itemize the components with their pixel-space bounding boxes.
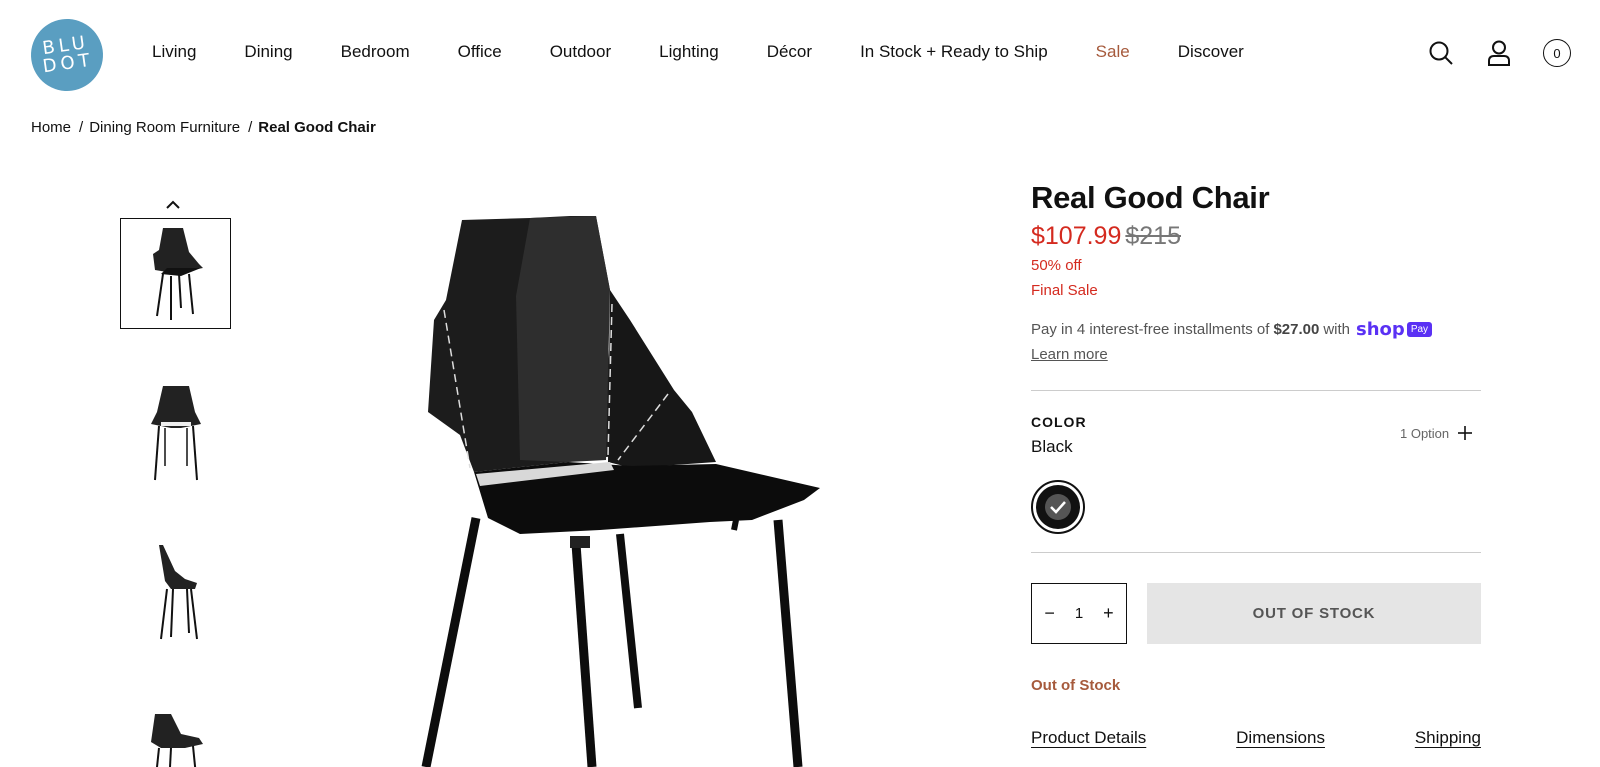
tab-shipping[interactable]: Shipping [1415,728,1481,748]
breadcrumb-home[interactable]: Home [31,119,71,136]
cart-count: 0 [1543,39,1571,67]
price-row: $107.99 $215 [1031,222,1481,251]
original-price: $215 [1125,222,1181,250]
nav-item-outdoor[interactable]: Outdoor [550,42,611,62]
thumbnail-4[interactable] [120,690,231,767]
nav-item-office[interactable]: Office [458,42,502,62]
final-sale-label: Final Sale [1031,282,1098,299]
decrement-button[interactable]: − [1040,603,1060,624]
nav-item-dining[interactable]: Dining [244,42,292,62]
chair-thumbnail-image [152,227,203,320]
thumbnail-1[interactable] [120,218,231,329]
breadcrumb: Home / Dining Room Furniture / Real Good… [31,119,376,136]
search-icon[interactable] [1426,38,1456,68]
color-label: COLOR [1031,414,1087,430]
color-options-count: 1 Option [1400,425,1450,441]
tab-product-details[interactable]: Product Details [1031,728,1146,748]
divider [1031,552,1481,553]
installments-amount: $27.00 [1273,321,1320,338]
main-nav: Living Dining Bedroom Office Outdoor Lig… [152,42,1292,62]
installments-text: Pay in 4 interest-free installments of [1031,321,1270,338]
nav-item-bedroom[interactable]: Bedroom [341,42,410,62]
breadcrumb-current: Real Good Chair [258,119,376,136]
cart-icon[interactable]: 0 [1542,38,1572,68]
chevron-up-icon[interactable] [166,196,180,214]
discount-label: 50% off [1031,257,1082,274]
tab-dimensions[interactable]: Dimensions [1236,728,1325,748]
increment-button[interactable]: + [1098,603,1118,624]
brand-logo[interactable]: BLU DOT [26,14,108,96]
chair-thumbnail-image [150,713,203,767]
nav-item-decor[interactable]: Décor [767,42,812,62]
logo-line-2: DOT [41,49,95,78]
shop-pay-logo: shop [1356,319,1405,340]
color-swatch-black[interactable] [1031,480,1085,534]
color-value: Black [1031,437,1073,456]
product-tabs: Product Details Dimensions Shipping [1031,728,1481,748]
nav-item-sale[interactable]: Sale [1096,42,1130,62]
quantity-value[interactable]: 1 [1075,605,1083,622]
installments-info: Pay in 4 interest-free installments of $… [1031,319,1481,340]
breadcrumb-dining-room[interactable]: Dining Room Furniture [89,119,240,136]
divider [1031,390,1481,391]
chair-thumbnail-image [150,385,201,480]
thumbnail-3[interactable] [120,535,231,646]
chair-thumbnail-image [158,544,198,639]
swatch-fill [1036,485,1080,529]
thumbnail-2[interactable] [120,376,231,487]
nav-item-discover[interactable]: Discover [1178,42,1244,62]
breadcrumb-separator: / [248,119,253,136]
plus-icon [1458,426,1473,440]
nav-item-in-stock[interactable]: In Stock + Ready to Ship [860,42,1048,62]
quantity-stepper: − 1 + [1031,583,1127,644]
shop-pay-badge: Pay [1406,322,1433,337]
product-info: Real Good Chair $107.99 $215 50% off Fin… [1031,180,1481,364]
account-icon[interactable] [1484,38,1514,68]
product-title: Real Good Chair [1031,180,1270,215]
breadcrumb-separator: / [79,119,84,136]
chair-image [421,216,820,767]
sale-price: $107.99 [1031,222,1122,250]
nav-item-lighting[interactable]: Lighting [659,42,719,62]
checkmark-icon [1045,494,1071,520]
installments-with: with [1323,321,1351,338]
stock-status: Out of Stock [1031,677,1121,694]
learn-more-link[interactable]: Learn more [1031,346,1108,363]
header-actions: 0 [1398,38,1572,68]
product-main-image[interactable] [400,200,860,767]
nav-item-living[interactable]: Living [152,42,196,62]
color-options-toggle[interactable]: 1 Option [1400,425,1473,441]
add-to-cart-button[interactable]: OUT OF STOCK [1147,583,1481,644]
